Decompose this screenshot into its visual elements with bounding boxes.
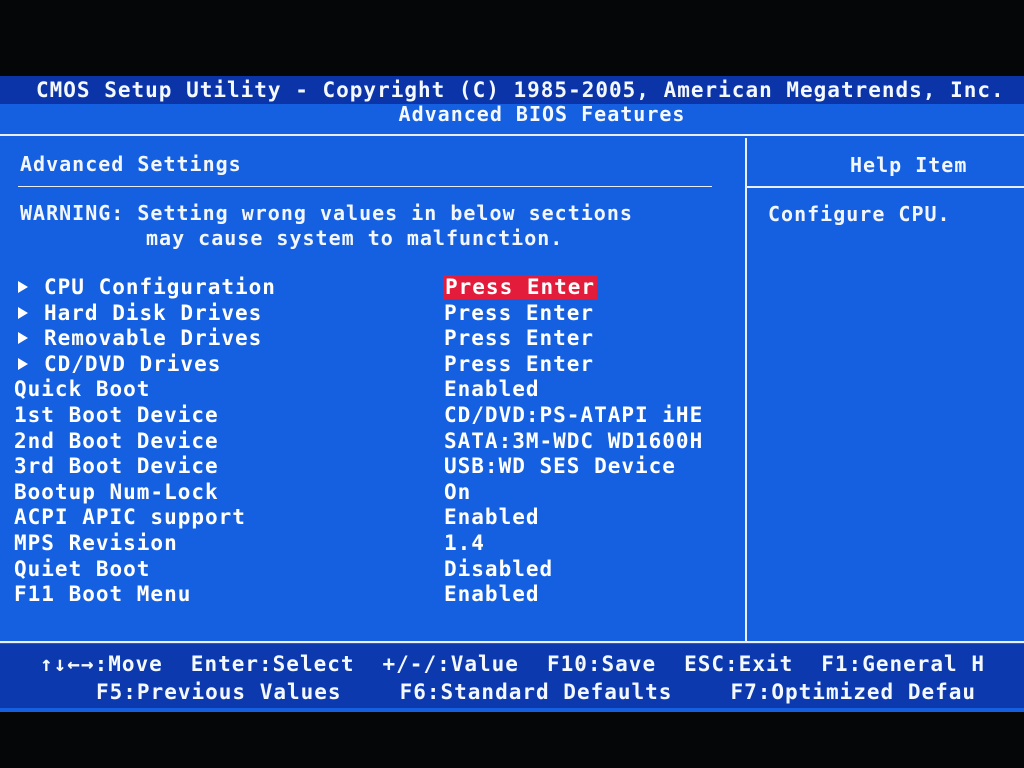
submenu-arrow-icon [18,357,28,370]
setting-cd-dvd-drives[interactable]: CD/DVD Drives Press Enter [0,352,740,378]
footer-divider [0,641,1024,643]
setting-label: 3rd Boot Device [14,454,219,479]
setting-mps-revision[interactable]: MPS Revision 1.4 [0,531,740,557]
key-standard-defaults: F6:Standard Defaults [399,680,673,704]
setting-cpu-configuration[interactable]: CPU Configuration Press Enter [0,275,740,301]
setting-value[interactable]: Press Enter [444,326,594,350]
setting-label: CPU Configuration [18,275,276,299]
setting-value[interactable]: Disabled [444,557,553,581]
key-move: ↑↓←→:Move [40,652,163,676]
setting-label: Quick Boot [14,377,151,402]
setting-value[interactable]: Enabled [444,582,540,606]
key-previous-values: F5:Previous Values [96,680,342,704]
setting-value[interactable]: Enabled [444,505,540,529]
setting-3rd-boot-device[interactable]: 3rd Boot Device USB:WD SES Device [0,454,740,480]
submenu-arrow-icon [18,332,28,345]
setting-value-selected[interactable]: Press Enter [443,275,598,299]
setting-quiet-boot[interactable]: Quiet Boot Disabled [0,557,740,583]
section-underline [18,186,712,187]
submenu-arrow-icon [18,306,28,319]
key-optimized-defaults: F7:Optimized Defau [730,680,977,704]
setting-label: Quiet Boot [14,556,151,581]
help-text: Configure CPU. [768,202,951,226]
settings-list: CPU Configuration Press Enter Hard Disk … [0,275,740,608]
key-help-bar: ↑↓←→:Move Enter:Select +/-/:Value F10:Save E… [0,644,1024,708]
page-title: Advanced BIOS Features [398,102,686,126]
key-value: +/-/:Value [382,652,519,676]
setting-f11-boot-menu[interactable]: F11 Boot Menu Enabled [0,582,740,608]
setting-value[interactable]: Press Enter [444,301,594,325]
setting-label: CD/DVD Drives [18,352,221,376]
help-divider [747,186,1024,188]
key-help-row-2: F5:Previous Values F6:Standard Defaults F7… [96,680,1024,704]
section-title: Advanced Settings [20,152,242,176]
help-title: Help Item [850,153,968,177]
warning-line-1: WARNING: Setting wrong values in below s… [20,201,633,225]
setting-bootup-num-lock[interactable]: Bootup Num-Lock On [0,480,740,506]
setting-hard-disk-drives[interactable]: Hard Disk Drives Press Enter [0,301,740,327]
setting-label: F11 Boot Menu [14,582,192,607]
warning-line-2: may cause system to malfunction. [146,226,564,250]
setting-value[interactable]: USB:WD SES Device [444,454,676,478]
setting-label: 1st Boot Device [14,402,219,427]
header-divider [0,134,1024,136]
key-select: Enter:Select [190,652,355,676]
utility-title: CMOS Setup Utility - Copyright (C) 1985-… [36,78,1005,102]
setting-value[interactable]: 1.4 [444,531,485,555]
setting-value[interactable]: Press Enter [444,352,594,376]
key-help-row-1: ↑↓←→:Move Enter:Select +/-/:Value F10:Save E… [40,652,1013,676]
panel-divider [745,138,747,642]
key-save: F10:Save [546,652,657,676]
setting-label: Hard Disk Drives [18,301,262,325]
submenu-arrow-icon [18,281,28,293]
setting-1st-boot-device[interactable]: 1st Boot Device CD/DVD:PS-ATAPI iHE [0,403,740,429]
setting-label: 2nd Boot Device [14,428,219,453]
setting-label: ACPI APIC support [14,505,246,530]
key-exit: ESC:Exit [684,652,794,676]
setting-value[interactable]: On [444,480,471,504]
bios-screen: CMOS Setup Utility - Copyright (C) 1985-… [0,76,1024,712]
setting-value[interactable]: SATA:3M-WDC WD1600H [444,429,703,453]
key-general-help: F1:General H [821,652,985,676]
setting-quick-boot[interactable]: Quick Boot Enabled [0,377,740,403]
setting-2nd-boot-device[interactable]: 2nd Boot Device SATA:3M-WDC WD1600H [0,429,740,455]
setting-removable-drives[interactable]: Removable Drives Press Enter [0,326,740,352]
setting-label: Bootup Num-Lock [14,479,219,504]
setting-acpi-apic-support[interactable]: ACPI APIC support Enabled [0,505,740,531]
setting-label: MPS Revision [14,530,178,555]
setting-value[interactable]: Enabled [444,377,540,401]
setting-value[interactable]: CD/DVD:PS-ATAPI iHE [444,403,703,427]
setting-label: Removable Drives [18,326,262,350]
